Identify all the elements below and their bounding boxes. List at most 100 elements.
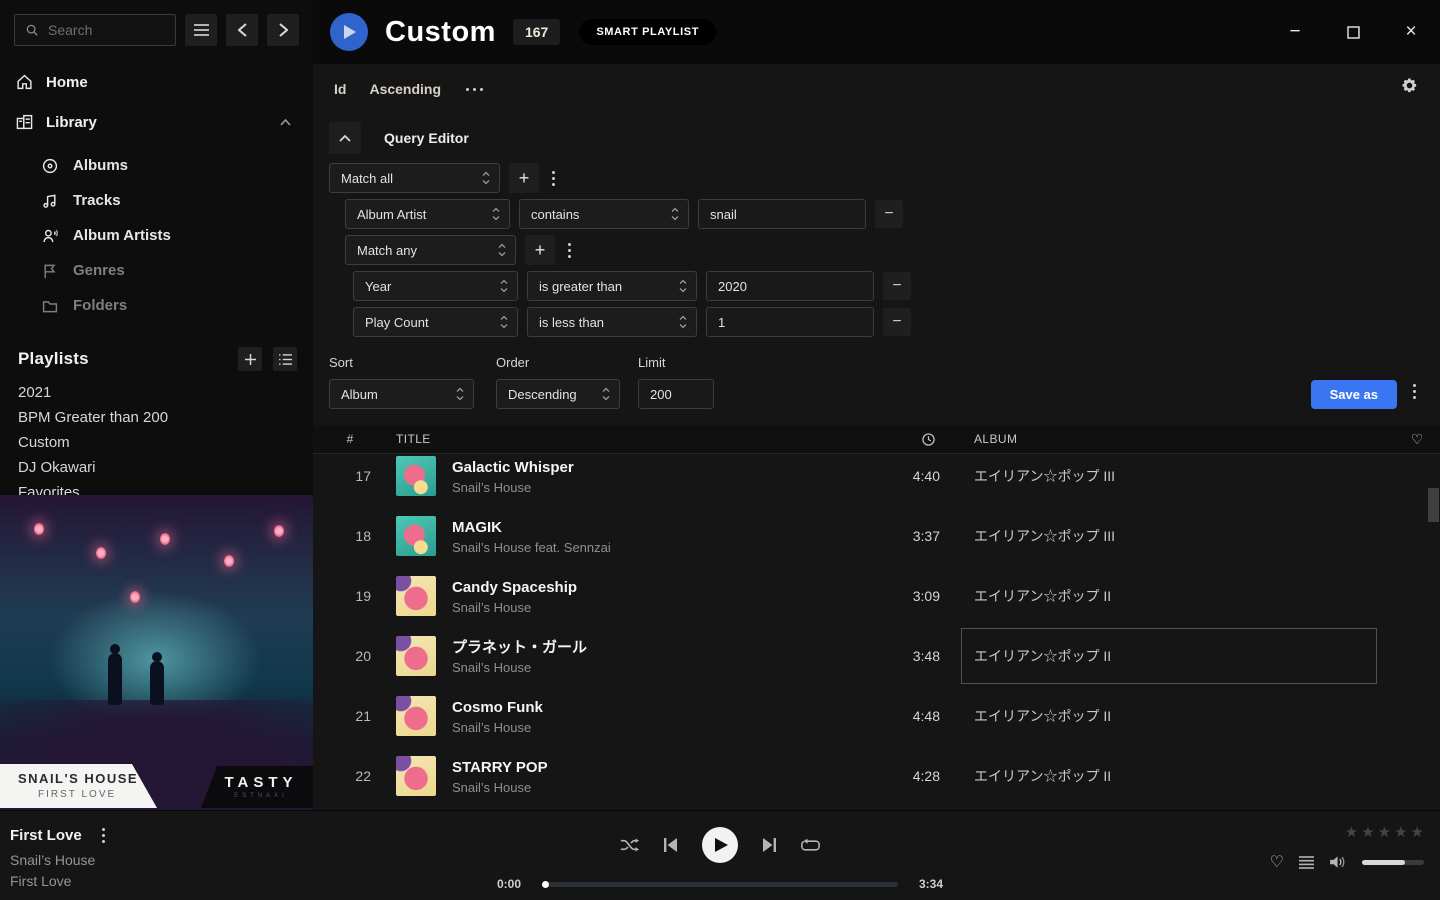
- track-row[interactable]: 17 Galactic Whisper Snail’s House 4:40 エ…: [313, 454, 1440, 506]
- play-button[interactable]: [702, 827, 738, 863]
- track-album[interactable]: エイリアン☆ポップ III: [940, 466, 1394, 486]
- star-icon[interactable]: ★: [1394, 823, 1407, 841]
- menu-button[interactable]: [185, 14, 217, 46]
- sidebar-item-tracks[interactable]: Tracks: [0, 183, 313, 218]
- playlist-list-button[interactable]: [273, 347, 297, 371]
- next-button[interactable]: [763, 838, 776, 852]
- rule-operator-select[interactable]: is greater than: [527, 271, 697, 301]
- column-number[interactable]: #: [329, 432, 371, 446]
- rule-value-input[interactable]: [706, 271, 874, 301]
- column-duration[interactable]: [856, 433, 940, 446]
- add-rule-button[interactable]: +: [525, 235, 555, 265]
- minimize-button[interactable]: −: [1280, 17, 1310, 47]
- previous-button[interactable]: [664, 838, 677, 852]
- lantern-glow: [34, 523, 44, 535]
- rule-value-input[interactable]: [698, 199, 866, 229]
- rule-field-select[interactable]: Year: [353, 271, 518, 301]
- maximize-button[interactable]: [1338, 17, 1368, 47]
- match-mode-select[interactable]: Match all: [329, 163, 500, 193]
- play-playlist-button[interactable]: [330, 13, 368, 51]
- playlist-item[interactable]: 2021: [0, 380, 313, 405]
- track-album[interactable]: エイリアン☆ポップ II: [940, 706, 1394, 726]
- search-input[interactable]: [48, 22, 165, 38]
- rule-field-select[interactable]: Play Count: [353, 307, 518, 337]
- library-sublist: Albums Tracks Album Artists: [0, 148, 313, 323]
- track-artist: Snail’s House: [452, 480, 856, 495]
- track-album[interactable]: エイリアン☆ポップ II: [940, 586, 1394, 606]
- save-as-button[interactable]: Save as: [1311, 380, 1397, 409]
- track-row[interactable]: 22 STARRY POP Snail’s House 4:28 エイリアン☆ポ…: [313, 746, 1440, 806]
- rule-operator-select[interactable]: contains: [519, 199, 689, 229]
- sidebar-item-folders[interactable]: Folders: [0, 288, 313, 323]
- track-number: 18: [329, 528, 371, 544]
- track-album[interactable]: エイリアン☆ポップ II: [940, 766, 1394, 786]
- add-rule-button[interactable]: +: [509, 163, 539, 193]
- now-playing-album-art[interactable]: SNAIL'S HOUSE FIRST LOVE TASTY ESTNAXI: [0, 495, 313, 810]
- track-row[interactable]: 21 Cosmo Funk Snail’s House 4:48 エイリアン☆ポ…: [313, 686, 1440, 746]
- match-mode-select[interactable]: Match any: [345, 235, 516, 265]
- volume-icon[interactable]: [1329, 855, 1347, 869]
- sidebar-item-home[interactable]: Home: [0, 62, 313, 102]
- sort-options-row: Sort Album Order Descending: [313, 355, 1440, 409]
- favorite-heart-icon[interactable]: ♡: [1270, 852, 1284, 872]
- main-panel: Custom 167 SMART PLAYLIST − × Id Ascendi…: [313, 0, 1440, 810]
- track-row[interactable]: 20 プラネット・ガール Snail’s House 3:48 エイリアン☆ポッ…: [313, 626, 1440, 686]
- home-icon: [16, 74, 33, 90]
- column-album[interactable]: ALBUM: [940, 432, 1394, 446]
- list-icon: [279, 354, 292, 365]
- sort-direction-link[interactable]: Ascending: [369, 81, 441, 97]
- remove-rule-button[interactable]: −: [883, 272, 911, 300]
- chevron-up-icon[interactable]: [280, 119, 291, 126]
- shuffle-button[interactable]: [620, 838, 639, 852]
- remove-rule-button[interactable]: −: [875, 200, 903, 228]
- add-playlist-button[interactable]: [238, 347, 262, 371]
- track-row[interactable]: 19 Candy Spaceship Snail’s House 3:09 エイ…: [313, 566, 1440, 626]
- scrollbar-thumb[interactable]: [1428, 488, 1439, 522]
- seek-track[interactable]: [542, 882, 898, 887]
- sidebar-item-genres[interactable]: Genres: [0, 253, 313, 288]
- order-select[interactable]: Descending: [496, 379, 620, 409]
- seek-knob[interactable]: [542, 881, 549, 888]
- playlist-item[interactable]: Custom: [0, 430, 313, 455]
- close-button[interactable]: ×: [1396, 17, 1426, 47]
- star-icon[interactable]: ★: [1411, 823, 1424, 841]
- sidebar-item-library[interactable]: Library: [0, 102, 313, 142]
- heart-column-icon[interactable]: ♡: [1394, 431, 1440, 448]
- gear-icon[interactable]: [1401, 77, 1418, 94]
- save-menu-icon[interactable]: [1409, 380, 1420, 409]
- rule-value-input[interactable]: [706, 307, 874, 337]
- updown-icon: [679, 315, 687, 329]
- updown-icon: [498, 243, 506, 257]
- group-menu-icon[interactable]: [548, 167, 559, 190]
- star-icon[interactable]: ★: [1345, 823, 1358, 841]
- search-box[interactable]: [14, 14, 176, 46]
- group-menu-icon[interactable]: [564, 239, 575, 262]
- track-album-focused[interactable]: エイリアン☆ポップ II: [940, 628, 1394, 684]
- nav-back-button[interactable]: [226, 14, 258, 46]
- more-options-icon[interactable]: [466, 88, 483, 91]
- remove-rule-button[interactable]: −: [883, 308, 911, 336]
- now-playing-menu-icon[interactable]: [98, 824, 109, 847]
- volume-slider[interactable]: [1362, 860, 1424, 865]
- star-icon[interactable]: ★: [1378, 823, 1391, 841]
- sidebar-item-albums[interactable]: Albums: [0, 148, 313, 183]
- volume-fill: [1362, 860, 1405, 865]
- column-title[interactable]: TITLE: [396, 432, 856, 446]
- rule-operator-select[interactable]: is less than: [527, 307, 697, 337]
- playlist-item[interactable]: DJ Okawari: [0, 455, 313, 480]
- updown-icon: [482, 171, 490, 185]
- sort-field-link[interactable]: Id: [334, 81, 346, 97]
- playlist-item[interactable]: BPM Greater than 200: [0, 405, 313, 430]
- playlists-title: Playlists: [18, 349, 89, 369]
- track-row[interactable]: 18 MAGIK Snail’s House feat. Sennzai 3:3…: [313, 506, 1440, 566]
- track-album[interactable]: エイリアン☆ポップ III: [940, 526, 1394, 546]
- collapse-query-editor-button[interactable]: [329, 122, 361, 154]
- rule-field-select[interactable]: Album Artist: [345, 199, 510, 229]
- repeat-button[interactable]: [801, 838, 820, 853]
- star-icon[interactable]: ★: [1361, 823, 1374, 841]
- sidebar-item-album-artists[interactable]: Album Artists: [0, 218, 313, 253]
- nav-forward-button[interactable]: [267, 14, 299, 46]
- limit-input[interactable]: [638, 379, 714, 409]
- queue-icon[interactable]: [1299, 856, 1314, 869]
- sort-select[interactable]: Album: [329, 379, 474, 409]
